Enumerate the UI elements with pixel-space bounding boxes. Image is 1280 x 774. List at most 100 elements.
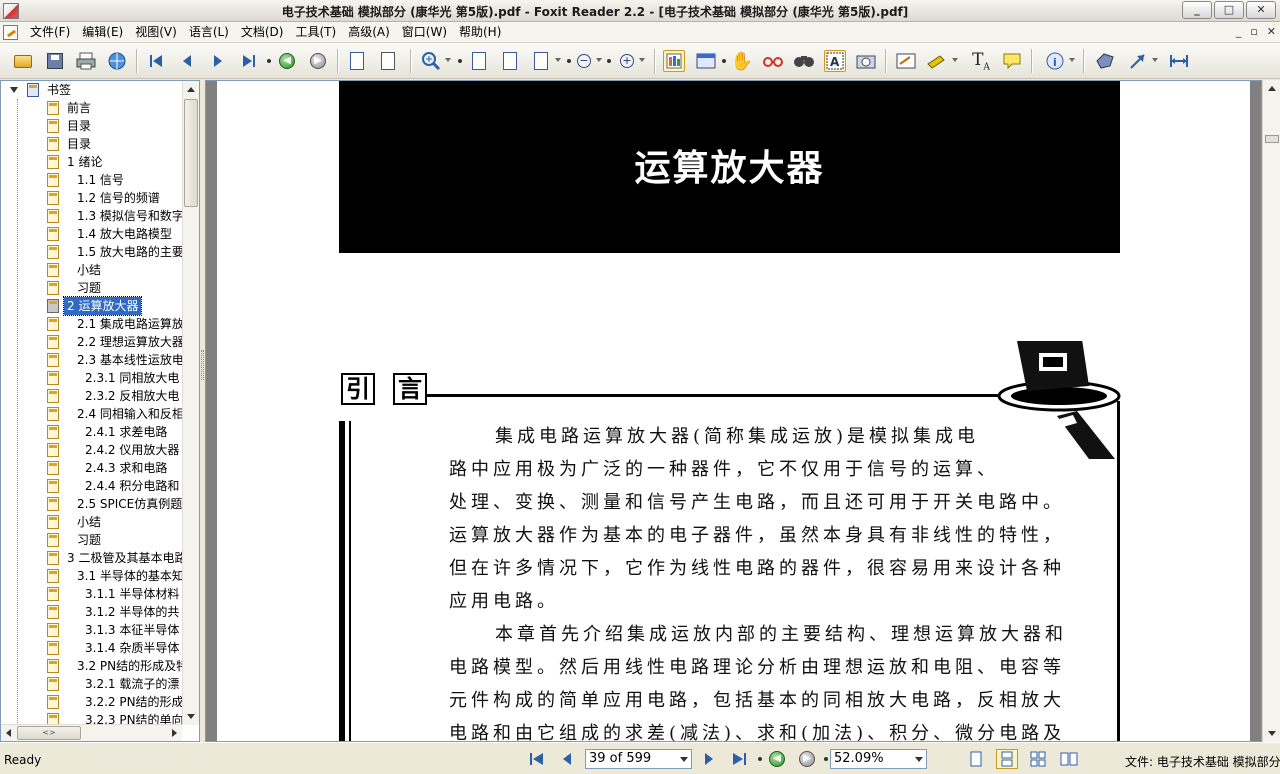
bookmark-item[interactable]: 3.2.1 载流子的漂: [1, 675, 182, 693]
shape-icon[interactable]: [1094, 50, 1116, 72]
maximize-button[interactable]: □: [1214, 1, 1244, 19]
zoom-plus-icon[interactable]: +: [616, 50, 638, 72]
bookmark-item[interactable]: 3.1.3 本征半导体: [1, 621, 182, 639]
close-button[interactable]: ✕: [1246, 1, 1276, 19]
menu-help[interactable]: 帮助(H): [453, 25, 507, 40]
bookmark-item[interactable]: 习题: [1, 279, 182, 297]
bookmark-item[interactable]: 3.1 半导体的基本知: [1, 567, 182, 585]
scroll-down-icon[interactable]: [187, 714, 195, 719]
text-tool-icon[interactable]: TA: [970, 50, 992, 72]
bookmark-item[interactable]: 小结: [1, 513, 182, 531]
bookmark-item[interactable]: 3.2.2 PN结的形成: [1, 693, 182, 711]
fit-width-icon[interactable]: [530, 50, 552, 72]
bookmark-item[interactable]: 2.4.1 求差电路: [1, 423, 182, 441]
measure-icon[interactable]: [1168, 50, 1190, 72]
single-page-layout-icon[interactable]: [965, 749, 987, 769]
bookmark-item[interactable]: 2.3.1 同相放大电: [1, 369, 182, 387]
last-page-icon[interactable]: [238, 50, 260, 72]
menu-window[interactable]: 窗口(W): [396, 25, 453, 40]
bookmark-item[interactable]: 1.5 放大电路的主要: [1, 243, 182, 261]
status-next-page-icon[interactable]: [700, 751, 718, 767]
typewriter-icon[interactable]: [895, 50, 917, 72]
first-page-icon[interactable]: [145, 50, 167, 72]
doc-scroll-down-icon[interactable]: [1268, 731, 1276, 736]
menu-document[interactable]: 文档(D): [235, 25, 290, 40]
bookmark-item[interactable]: 2.4.3 求和电路: [1, 459, 182, 477]
bookmarks-hscroll-thumb[interactable]: <>: [17, 726, 81, 740]
menu-view[interactable]: 视图(V): [129, 25, 183, 40]
snapshot-icon[interactable]: [855, 50, 877, 72]
continuous-facing-layout-icon[interactable]: [1058, 749, 1080, 769]
zoom-field[interactable]: 52.09%: [830, 749, 927, 769]
web-icon[interactable]: [106, 50, 128, 72]
bookmark-item[interactable]: 3.2 PN结的形成及特: [1, 657, 182, 675]
rotate-icon[interactable]: [377, 50, 399, 72]
continuous-layout-icon[interactable]: [996, 749, 1018, 769]
bookmark-item[interactable]: 2.4 同相输入和反相: [1, 405, 182, 423]
collapse-icon[interactable]: [10, 87, 18, 93]
bookmarks-icon[interactable]: [663, 50, 685, 72]
extract-icon[interactable]: [346, 50, 368, 72]
bookmarks-horizontal-scrollbar[interactable]: <>: [1, 724, 182, 741]
bookmark-item[interactable]: 目录: [1, 135, 182, 153]
menu-language[interactable]: 语言(L): [183, 25, 235, 40]
bookmark-root[interactable]: 书签: [1, 81, 182, 99]
bookmark-item[interactable]: 2.2 理想运算放大器: [1, 333, 182, 351]
menu-tools[interactable]: 工具(T): [289, 25, 342, 40]
menu-advanced[interactable]: 高级(A): [342, 25, 396, 40]
forward-icon[interactable]: ▶: [307, 50, 329, 72]
actual-size-icon[interactable]: [468, 50, 490, 72]
document-icon[interactable]: [3, 25, 18, 40]
document-vertical-scrollbar[interactable]: [1262, 80, 1280, 742]
properties-icon[interactable]: [695, 50, 717, 72]
status-prev-page-icon[interactable]: [558, 751, 576, 767]
arrow-icon[interactable]: [1127, 50, 1149, 72]
scroll-up-icon[interactable]: [187, 87, 195, 92]
info-icon[interactable]: i: [1044, 50, 1066, 72]
page-dropdown-icon[interactable]: [680, 757, 688, 762]
mdi-minimize-button[interactable]: _: [1236, 25, 1242, 38]
highlight-icon[interactable]: [926, 50, 948, 72]
bookmarks-vertical-scrollbar[interactable]: [182, 81, 199, 725]
bookmark-item[interactable]: 3 二极管及其基本电路: [1, 549, 182, 567]
find-icon[interactable]: [793, 50, 815, 72]
status-back-icon[interactable]: ◀: [768, 751, 786, 767]
prev-page-icon[interactable]: [176, 50, 198, 72]
bookmark-item[interactable]: 2.1 集成电路运算放: [1, 315, 182, 333]
bookmark-item[interactable]: 3.2.3 PN结的单向: [1, 711, 182, 725]
bookmark-item[interactable]: 3.1.4 杂质半导体: [1, 639, 182, 657]
bookmark-item[interactable]: 1.4 放大电路模型: [1, 225, 182, 243]
next-page-icon[interactable]: [207, 50, 229, 72]
bookmark-item[interactable]: 目录: [1, 117, 182, 135]
select-text-icon[interactable]: A: [824, 50, 846, 72]
doc-scroll-up-icon[interactable]: [1268, 86, 1276, 91]
menu-edit[interactable]: 编辑(E): [76, 25, 129, 40]
print-icon[interactable]: [75, 50, 97, 72]
open-icon[interactable]: [12, 50, 34, 72]
back-icon[interactable]: ◀: [276, 50, 298, 72]
status-last-page-icon[interactable]: [730, 751, 748, 767]
mdi-close-button[interactable]: ✕: [1267, 25, 1276, 38]
status-forward-icon[interactable]: ▶: [798, 751, 816, 767]
doc-scroll-thumb[interactable]: [1265, 135, 1279, 143]
bookmark-item[interactable]: 前言: [1, 99, 182, 117]
status-first-page-icon[interactable]: [528, 751, 546, 767]
bookmark-item[interactable]: 2 运算放大器: [1, 296, 182, 316]
document-view[interactable]: 运算放大器 引 言 集成电路运算放大器(简称集成运放)是模拟集成电 路中应用极为…: [205, 80, 1262, 742]
bookmark-item[interactable]: 小结: [1, 261, 182, 279]
page-number-field[interactable]: 39 of 599: [585, 749, 692, 769]
bookmark-item[interactable]: 1.3 模拟信号和数字: [1, 207, 182, 225]
bookmark-item[interactable]: 习题: [1, 531, 182, 549]
bookmark-item[interactable]: 1.2 信号的频谱: [1, 189, 182, 207]
menu-file[interactable]: 文件(F): [24, 25, 76, 40]
bookmark-item[interactable]: 2.3 基本线性运放电: [1, 351, 182, 369]
glasses-icon[interactable]: [762, 50, 784, 72]
minimize-button[interactable]: _: [1182, 1, 1212, 19]
zoom-dropdown-icon[interactable]: [915, 757, 923, 762]
fit-page-icon[interactable]: [499, 50, 521, 72]
bookmark-item[interactable]: 2.4.2 仪用放大器: [1, 441, 182, 459]
bookmark-item[interactable]: 3.1.2 半导体的共: [1, 603, 182, 621]
mdi-restore-button[interactable]: ▫: [1250, 25, 1257, 38]
scroll-left-icon[interactable]: [6, 729, 11, 737]
zoom-out-icon[interactable]: −: [573, 50, 595, 72]
